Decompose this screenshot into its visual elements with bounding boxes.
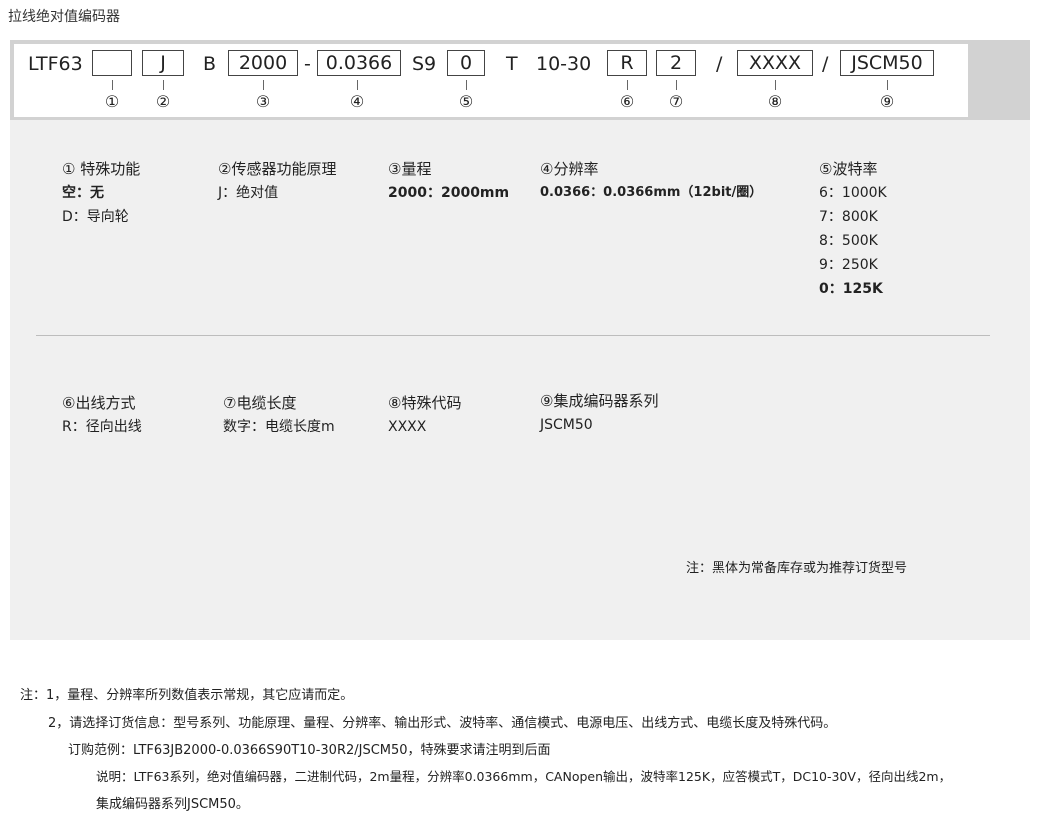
code-dash: - — [304, 53, 311, 75]
footer-note-1: 注：1，量程、分辨率所列数值表示常规，其它应请而定。 — [20, 688, 354, 703]
section-head: ⑧特殊代码 — [388, 394, 462, 412]
footer-explanation: 说明：LTF63系列，绝对值编码器，二进制代码，2m量程，分辨率0.0366mm… — [96, 769, 952, 784]
section-line: J：绝对值 — [218, 185, 279, 201]
marker-6: ⑥ — [619, 92, 635, 111]
marker-3: ③ — [255, 92, 271, 111]
section-line: 0：125K — [819, 281, 883, 297]
section-special-code: ⑧特殊代码 XXXX — [388, 391, 461, 439]
marker-4: ④ — [349, 92, 365, 111]
section-line: 8：500K — [819, 233, 878, 249]
page-title: 拉线绝对值编码器 — [8, 9, 120, 25]
section-outlet-mode: ⑥出线方式 R：径向出线 — [62, 391, 142, 439]
section-line: 7：800K — [819, 209, 878, 225]
section-line: 空：无 — [62, 185, 104, 201]
code-slash-2: / — [822, 53, 829, 75]
footer-order-example: 订购范例：LTF63JB2000-0.0366S90T10-30R2/JSCM5… — [68, 743, 551, 758]
section-divider — [36, 335, 990, 336]
section-line: 6：1000K — [819, 185, 887, 201]
marker-8: ⑧ — [767, 92, 783, 111]
code-box-8: XXXX — [737, 50, 813, 76]
tick-7 — [676, 80, 677, 90]
marker-9: ⑨ — [879, 92, 895, 111]
section-sensor-principle: ②传感器功能原理 J：绝对值 — [218, 157, 336, 205]
code-box-3: 2000 — [228, 50, 298, 76]
spec-panel — [10, 40, 1030, 640]
section-line: 2000：2000mm — [388, 185, 510, 201]
tick-8 — [775, 80, 776, 90]
tick-6 — [627, 80, 628, 90]
section-cable-length: ⑦电缆长度 数字：电缆长度m — [223, 391, 335, 439]
code-box-5: 0 — [447, 50, 485, 76]
code-prefix: LTF63 — [28, 53, 83, 75]
section-line: JSCM50 — [540, 417, 593, 433]
section-head: ① 特殊功能 — [62, 160, 141, 178]
code-box-4: 0.0366 — [317, 50, 401, 76]
code-sep-b: B — [203, 53, 217, 75]
section-head: ⑥出线方式 — [62, 394, 136, 412]
section-range: ③量程 2000：2000mm — [388, 157, 509, 205]
section-head: ⑦电缆长度 — [223, 394, 297, 412]
tick-4 — [357, 80, 358, 90]
section-line: D：导向轮 — [62, 209, 129, 225]
section-head: ③量程 — [388, 160, 432, 178]
tick-9 — [887, 80, 888, 90]
section-resolution: ④分辨率 0.0366：0.0366mm（12bit/圈） — [540, 157, 762, 205]
tick-1 — [112, 80, 113, 90]
section-line: 数字：电缆长度m — [223, 419, 335, 435]
code-slash-1: / — [716, 53, 723, 75]
marker-7: ⑦ — [668, 92, 684, 111]
stock-note: 注：黑体为常备库存或为推荐订货型号 — [686, 561, 908, 576]
section-head: ⑤波特率 — [819, 160, 878, 178]
section-line: 9：250K — [819, 257, 878, 273]
code-box-2: J — [142, 50, 184, 76]
marker-5: ⑤ — [458, 92, 474, 111]
code-sep-s9: S9 — [412, 53, 437, 75]
section-head: ⑨集成编码器系列 — [540, 392, 659, 410]
section-line: 0.0366：0.0366mm（12bit/圈） — [540, 185, 763, 200]
section-line: R：径向出线 — [62, 419, 142, 435]
section-head: ④分辨率 — [540, 160, 599, 178]
section-line: XXXX — [388, 419, 427, 435]
code-sep-range: 10-30 — [536, 53, 592, 75]
tick-2 — [163, 80, 164, 90]
section-head: ②传感器功能原理 — [218, 160, 337, 178]
tick-3 — [263, 80, 264, 90]
section-baud-rate: ⑤波特率 6：1000K 7：800K 8：500K 9：250K 0：125K — [819, 157, 887, 301]
code-box-7: 2 — [656, 50, 696, 76]
footer-explanation-cont: 集成编码器系列JSCM50。 — [96, 797, 249, 812]
footer-note-2: 2，请选择订货信息：型号系列、功能原理、量程、分辨率、输出形式、波特率、通信模式… — [48, 716, 837, 731]
marker-2: ② — [155, 92, 171, 111]
code-box-9: JSCM50 — [840, 50, 934, 76]
marker-1: ① — [104, 92, 120, 111]
section-special-function: ① 特殊功能 空：无 D：导向轮 — [62, 157, 140, 229]
code-box-1 — [92, 50, 132, 76]
section-integrated-series: ⑨集成编码器系列 JSCM50 — [540, 389, 658, 437]
tick-5 — [466, 80, 467, 90]
code-box-6: R — [607, 50, 647, 76]
code-sep-t: T — [506, 53, 518, 75]
